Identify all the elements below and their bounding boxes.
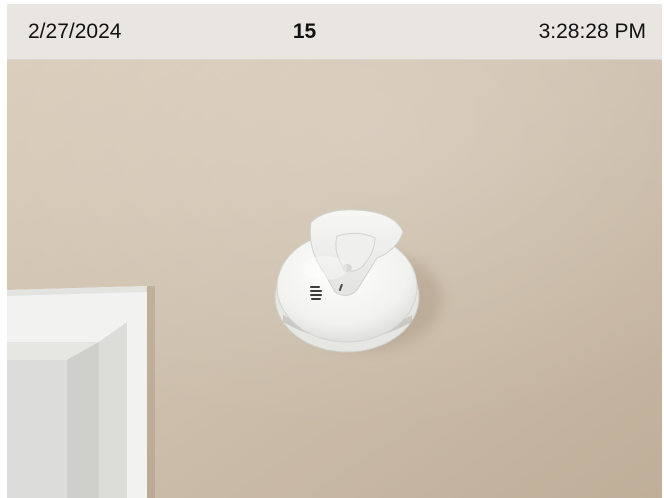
count-label: 15 <box>292 20 317 43</box>
image-frame: 2/27/2024 15 3:28:28 PM <box>0 0 664 498</box>
photo <box>7 60 662 498</box>
door-trim <box>7 286 155 498</box>
photo-canvas <box>7 60 662 498</box>
trim-inner-panel <box>7 360 67 498</box>
header-bar: 2/27/2024 15 3:28:28 PM <box>7 4 662 60</box>
trim-inner-side <box>67 342 99 498</box>
trim-shadow <box>147 286 155 498</box>
detector-highlight <box>303 256 347 280</box>
time-label: 3:28:28 PM <box>538 20 646 43</box>
trim-shade <box>99 322 127 498</box>
